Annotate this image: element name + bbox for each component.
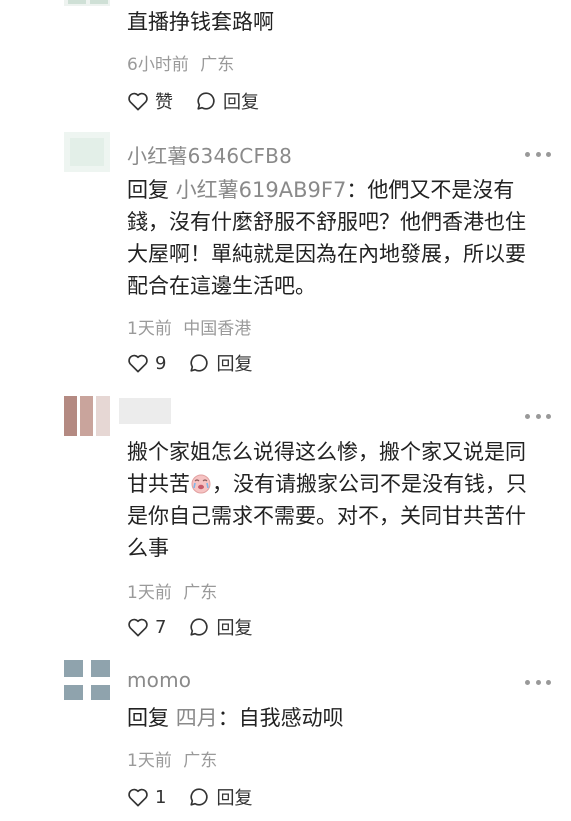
comment-text-line: 搬个家姐怎么说得这么惨，搬个家又说是同 — [127, 440, 526, 464]
comment-text-line: 么事 — [127, 536, 169, 560]
comment-text-line: 錢，沒有什麼舒服不舒服吧？他們香港也住 — [127, 210, 526, 234]
reply-prefix: 回复 — [127, 178, 169, 202]
crying-face-emoji — [191, 474, 211, 494]
reply-button[interactable]: 回复 — [188, 350, 252, 376]
heart-icon — [128, 92, 148, 111]
like-button[interactable]: 7 — [127, 617, 166, 638]
comment-bubble-icon — [190, 618, 209, 636]
comment-location: 中国香港 — [183, 319, 252, 339]
more-options-button[interactable] — [525, 144, 551, 164]
like-count: 7 — [155, 616, 167, 638]
dot — [546, 679, 551, 685]
username[interactable]: momo — [127, 668, 551, 692]
reply-button[interactable]: 回复 — [188, 614, 252, 640]
reply-to-username[interactable]: 四月 — [176, 706, 218, 730]
comment-feed: 直播挣钱套路啊 6小时前 广东 赞 回复 小红薯6346CFB8 回复 小红薯6… — [0, 0, 571, 821]
avatar[interactable] — [64, 132, 110, 172]
heart-icon — [128, 354, 148, 373]
more-options-button[interactable] — [525, 406, 551, 426]
like-button[interactable]: 赞 — [127, 88, 173, 114]
username[interactable]: 小红薯6346CFB8 — [127, 140, 551, 169]
dot — [535, 413, 541, 419]
reply-label: 回复 — [216, 618, 253, 639]
comment-time: 1天前 — [127, 319, 172, 339]
like-button[interactable]: 1 — [127, 787, 166, 808]
reply-button[interactable]: 回复 — [188, 784, 252, 810]
reply-button[interactable]: 回复 — [195, 88, 259, 114]
comment-meta: 1天前 广东 — [127, 578, 551, 603]
comment-text-line: 配合在這邊生活吧。 — [127, 274, 316, 298]
comment-location: 广东 — [183, 583, 218, 603]
dot — [525, 151, 530, 157]
reply-label: 回复 — [216, 354, 253, 375]
comment-text-line: 甘共苦 — [127, 472, 190, 496]
comment-text: 搬个家姐怎么说得这么惨，搬个家又说是同 甘共苦 ，没有请搬家公司不是没有钱，只 … — [127, 436, 551, 564]
comment-location: 广东 — [200, 55, 235, 75]
reply-to-username[interactable]: 小红薯619AB9F7 — [176, 178, 347, 202]
more-options-button[interactable] — [525, 672, 551, 692]
heart-icon — [128, 618, 148, 637]
comment-time: 1天前 — [127, 583, 172, 603]
comment-time: 6小时前 — [127, 55, 189, 75]
comment-text: 直播挣钱套路啊 — [127, 10, 274, 34]
dot — [525, 679, 530, 685]
username-redacted-block — [119, 398, 171, 424]
like-button[interactable]: 9 — [127, 353, 166, 374]
heart-icon — [128, 788, 148, 807]
comment-text-line: ：他們又不是沒有 — [346, 178, 515, 202]
comment-location: 广东 — [183, 751, 218, 771]
avatar[interactable] — [64, 660, 110, 700]
comment-meta: 6小时前 广东 — [127, 50, 551, 75]
dot — [546, 151, 551, 157]
comment-bubble-icon — [197, 92, 215, 110]
avatar[interactable] — [64, 396, 110, 436]
avatar[interactable] — [64, 0, 110, 6]
comment-bubble-icon — [190, 788, 209, 806]
comment-meta: 1天前 中国香港 — [127, 314, 551, 339]
reply-prefix: 回复 — [127, 706, 169, 730]
dot — [525, 413, 530, 419]
comment-text-line: ：自我感动呗 — [217, 706, 344, 730]
comment-text: 回复 四月：自我感动呗 — [127, 702, 551, 734]
comment-time: 1天前 — [127, 751, 172, 771]
reply-label: 回复 — [216, 788, 253, 809]
comment-text-line: ，没有请搬家公司不是没有钱，只 — [212, 472, 527, 496]
like-count: 9 — [155, 352, 167, 374]
comment-text: 回复 小红薯619AB9F7：他們又不是沒有 錢，沒有什麼舒服不舒服吧？他們香港… — [127, 174, 551, 302]
like-label: 赞 — [155, 92, 173, 113]
dot — [535, 679, 541, 685]
like-count: 1 — [155, 786, 167, 808]
comment-text-line: 是你自己需求不需要。对不，关同甘共苦什 — [127, 504, 526, 528]
reply-label: 回复 — [223, 92, 259, 113]
comment-meta: 1天前 广东 — [127, 746, 551, 771]
dot — [535, 151, 541, 157]
comment-bubble-icon — [190, 354, 209, 372]
comment-text-line: 大屋啊！單純就是因為在內地發展，所以要 — [127, 242, 526, 266]
dot — [546, 413, 551, 419]
